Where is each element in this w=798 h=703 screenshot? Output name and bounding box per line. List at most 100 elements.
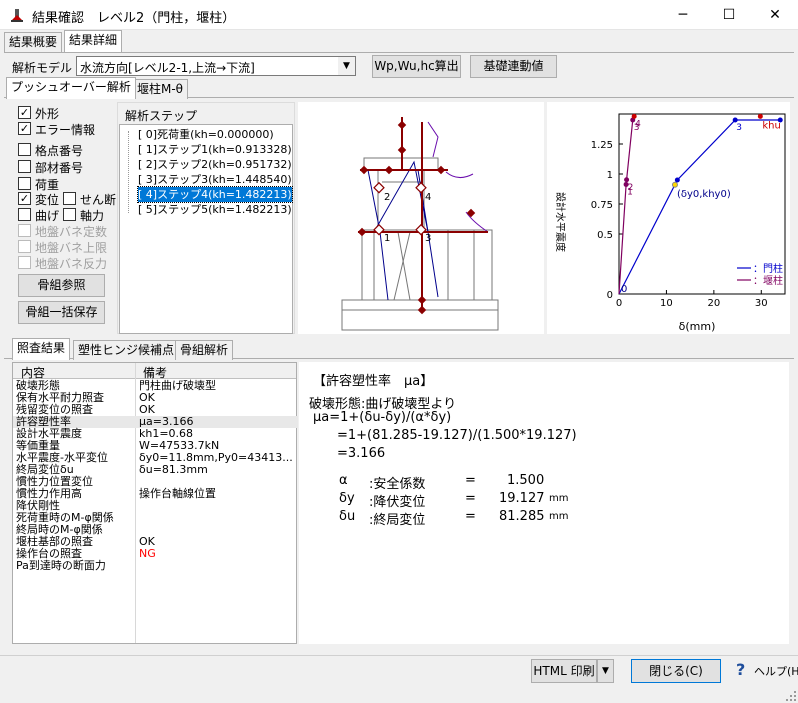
- checkbox-axial-label: 軸力: [80, 209, 105, 223]
- x-tick-label: 10: [660, 298, 673, 309]
- frame-view[interactable]: 2 4 1 3: [298, 102, 544, 334]
- checkbox-spring-const-label: 地盤バネ定数: [35, 225, 108, 239]
- checkbox-spring-const: [18, 224, 31, 237]
- tab-check-results[interactable]: 照査結果: [12, 338, 71, 360]
- detail-line-2: μa=1+(δu-δy)/(α*δy): [313, 410, 452, 425]
- cell-remarks: δu=81.3mm: [139, 463, 208, 476]
- cell-remarks: 操作台軸線位置: [139, 487, 216, 500]
- legend-label: ：門柱: [753, 262, 783, 275]
- checkbox-error-info-label: エラー情報: [35, 123, 96, 137]
- y-tick-label: 1.25: [591, 140, 613, 151]
- origin-label: 0: [621, 284, 627, 295]
- checkbox-bending-label: 曲げ: [35, 209, 60, 223]
- param-alpha-desc: :安全係数: [369, 477, 426, 492]
- results-table[interactable]: 内容 備考 破壊形態 門柱曲げ破壊型 保有水平耐力照査 OK 残留変位の照査 OK 許容塑性…: [12, 362, 298, 644]
- help-button[interactable]: ? ヘルプ(H): [734, 659, 798, 683]
- chart-y-label: 設計水平震度: [554, 192, 567, 252]
- point-label: 4: [635, 119, 641, 129]
- app-icon: [11, 9, 23, 22]
- param-du-val: 81.285: [499, 509, 545, 524]
- param-du-desc: :終局変位: [369, 513, 426, 528]
- print-menu-chevron-icon[interactable]: ▼: [597, 659, 614, 683]
- checkbox-axial[interactable]: [63, 208, 76, 221]
- checkbox-member-number[interactable]: [18, 160, 31, 173]
- chart-svg: 設計水平震度 δ(mm) 0 10 20 3000.50.7511.2531234(δ…: [554, 113, 786, 333]
- param-alpha-eq: =: [465, 473, 476, 488]
- data-point: [732, 117, 738, 123]
- model-label: 解析モデル: [12, 61, 73, 75]
- tab-details[interactable]: 結果詳細: [64, 30, 123, 52]
- checkbox-load[interactable]: [18, 177, 31, 190]
- tab-summary[interactable]: 結果概要: [4, 32, 63, 52]
- checkbox-outline-label: 外形: [35, 107, 60, 121]
- param-du-unit: mm: [549, 511, 569, 522]
- checkbox-node-number-label: 格点番号: [35, 144, 84, 158]
- frame-label-2: 2: [384, 192, 390, 203]
- tab-plastic-hinge[interactable]: 塑性ヒンジ候補点: [73, 340, 180, 360]
- table-header: 内容 備考: [13, 363, 296, 380]
- yield-point: [671, 181, 678, 188]
- skeleton-save-button[interactable]: 骨組一括保存: [18, 301, 105, 324]
- x-tick-label: 20: [707, 298, 720, 309]
- foundation-link-button[interactable]: 基礎連動値: [470, 55, 557, 78]
- param-du-sym: δu: [339, 509, 356, 524]
- detail-line-4: =3.166: [337, 446, 386, 461]
- tab-pier-m-theta[interactable]: 堰柱M‐θ: [132, 79, 189, 99]
- y-tick-label: 0: [607, 290, 613, 301]
- khu-point: [757, 113, 763, 119]
- wp-calc-button[interactable]: Wp,Wu,hc算出: [372, 55, 461, 78]
- chart-x-label: δ(mm): [679, 320, 716, 333]
- param-du-eq: =: [465, 509, 476, 524]
- x-tick-label: 30: [755, 298, 768, 309]
- minimize-button[interactable]: ─: [660, 0, 706, 30]
- tree-line: [128, 131, 129, 213]
- frame-label-1: 1: [384, 233, 390, 244]
- khu-annotation: khu: [762, 120, 780, 131]
- close-window-button[interactable]: ✕: [752, 0, 798, 30]
- checkbox-displacement[interactable]: ✓: [18, 192, 31, 205]
- frame-diagram: 2 4 1 3: [341, 117, 499, 331]
- step-item-4[interactable]: [ 4]ステップ4(kh=1.482213): [137, 186, 293, 203]
- detail-title: 【許容塑性率 μa】: [313, 374, 434, 389]
- step-item-2[interactable]: [ 2]ステップ2(kh=0.951732): [138, 157, 292, 172]
- tab-frame-analysis[interactable]: 骨組解析: [175, 340, 234, 360]
- pushover-chart: 設計水平震度 δ(mm) 0 10 20 30 0 0.5 0.75 1 1.25 3 1 2 3 4 (δ…: [547, 102, 790, 334]
- steps-tree[interactable]: [ 0]死荷重(kh=0.000000) [ 1]ステップ1(kh=0.9133…: [119, 124, 293, 334]
- y-tick-label: 0.5: [597, 230, 613, 241]
- checkbox-shear-label: せん断: [80, 193, 117, 207]
- step-item-5[interactable]: [ 5]ステップ5(kh=1.482213): [138, 202, 292, 217]
- close-button[interactable]: 閉じる(C): [631, 659, 721, 683]
- series-line-1: [618, 116, 635, 295]
- checkbox-outline[interactable]: ✓: [18, 106, 31, 119]
- table-body: 破壊形態 門柱曲げ破壊型 保有水平耐力照査 OK 残留変位の照査 OK 許容塑性率 μa=3.…: [13, 380, 298, 642]
- checkbox-bending[interactable]: [18, 208, 31, 221]
- table-row[interactable]: Pa到達時の断面力: [13, 560, 298, 572]
- chevron-down-icon[interactable]: ▼: [338, 57, 355, 75]
- step-item-0[interactable]: [ 0]死荷重(kh=0.000000): [138, 127, 274, 142]
- step-item-3[interactable]: [ 3]ステップ3(kh=1.448540): [138, 172, 292, 187]
- checkbox-error-info[interactable]: ✓: [18, 122, 31, 135]
- window-title: 結果確認 レベル2（門柱，堰柱）: [32, 11, 236, 26]
- legend-label: ：堰柱: [753, 274, 783, 287]
- skeleton-ref-button[interactable]: 骨組参照: [18, 274, 105, 297]
- checkbox-spring-limit: [18, 240, 31, 253]
- tab-pushover[interactable]: プッシュオーバー解析: [6, 77, 136, 99]
- maximize-button[interactable]: ☐: [706, 0, 752, 30]
- data-point: [624, 177, 630, 183]
- data-point: [674, 177, 680, 183]
- checkbox-shear[interactable]: [63, 192, 76, 205]
- checkbox-node-number[interactable]: [18, 143, 31, 156]
- checkbox-member-number-label: 部材番号: [35, 161, 84, 175]
- model-select[interactable]: 水流方向[レベル2-1,上流→下流] ▼: [76, 56, 356, 76]
- step-item-1[interactable]: [ 1]ステップ1(kh=0.913328): [138, 142, 292, 157]
- html-print-button[interactable]: HTML 印刷: [531, 659, 597, 683]
- model-select-value: 水流方向[レベル2-1,上流→下流]: [80, 61, 255, 75]
- resize-grip-icon[interactable]: [785, 690, 797, 702]
- data-point: [631, 113, 637, 119]
- detail-panel: 【許容塑性率 μa】 破壊形態:曲げ破壊型より μa=1+(δu-δy)/(α*…: [299, 362, 789, 644]
- cell-content: Pa到達時の断面力: [16, 559, 106, 572]
- help-label: ヘルプ(H): [754, 665, 798, 678]
- param-dy-eq: =: [465, 491, 476, 506]
- point-label: 2: [628, 183, 634, 193]
- frame-label-3: 3: [425, 233, 431, 244]
